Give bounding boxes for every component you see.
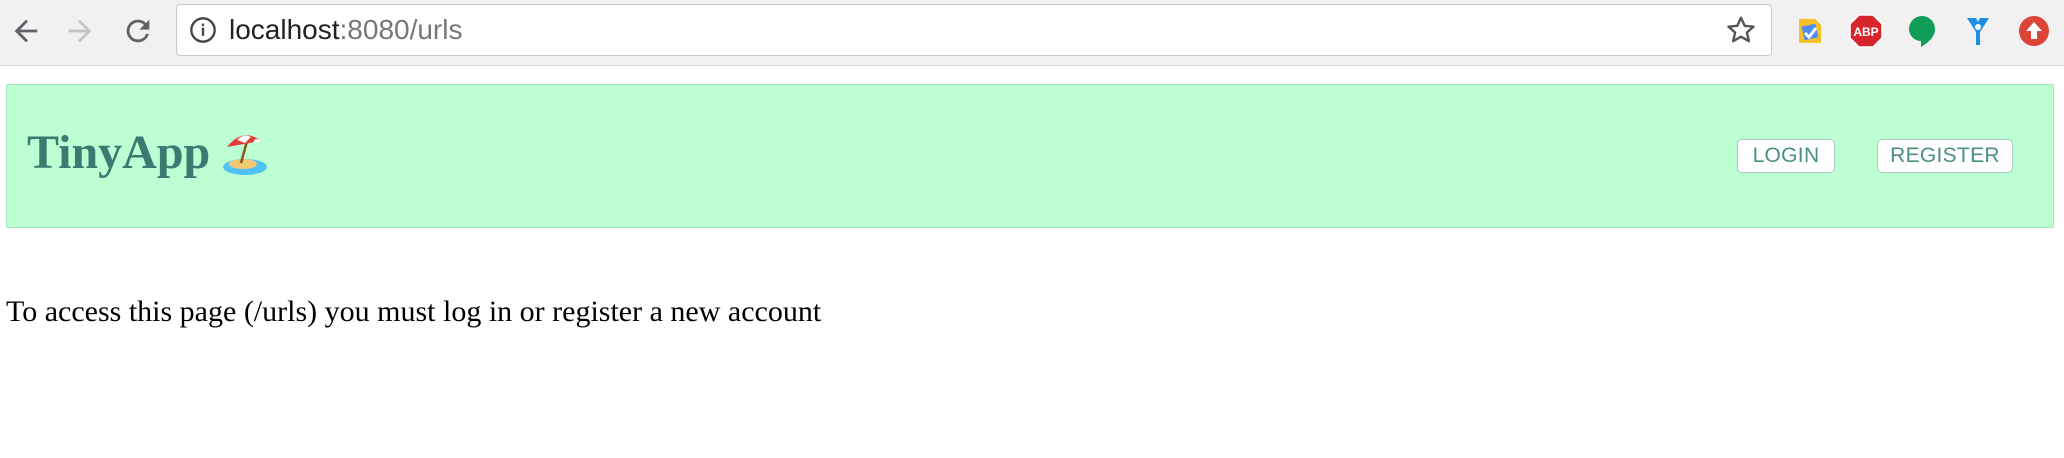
info-icon[interactable]	[189, 16, 217, 44]
hangouts-icon	[1909, 16, 1935, 47]
url-text[interactable]: localhost:8080/urls	[229, 13, 462, 47]
upload-icon	[2019, 16, 2049, 46]
register-button[interactable]: REGISTER	[1877, 139, 2013, 173]
url-host: localhost	[229, 14, 340, 45]
brand-logo[interactable]: TinyApp	[27, 125, 210, 181]
adblock-plus-extension[interactable]: ABP	[1848, 13, 1884, 49]
adblock-plus-icon: ABP	[1849, 14, 1883, 48]
google-keep-icon	[1799, 19, 1821, 43]
hangouts-extension[interactable]	[1904, 13, 1940, 49]
svg-text:ABP: ABP	[1853, 25, 1878, 39]
vimeo-extension[interactable]	[1960, 13, 1996, 49]
browser-toolbar: localhost:8080/urls ABP	[0, 0, 2064, 66]
url-path: :8080/urls	[339, 14, 463, 45]
back-button[interactable]	[6, 11, 46, 51]
upload-extension[interactable]	[2016, 13, 2052, 49]
reload-button[interactable]	[118, 11, 158, 51]
vimeo-icon	[1967, 18, 1989, 45]
bookmark-star-icon[interactable]	[1725, 14, 1757, 46]
back-arrow-icon	[14, 19, 38, 43]
google-keep-extension[interactable]	[1792, 13, 1828, 49]
reload-icon	[126, 19, 150, 43]
login-button[interactable]: LOGIN	[1737, 139, 1835, 173]
access-message: To access this page (/urls) you must log…	[6, 295, 822, 328]
forward-arrow-icon	[68, 19, 92, 43]
address-bar[interactable]: localhost:8080/urls	[176, 4, 1772, 56]
site-header: TinyApp LOGIN REGISTER	[6, 84, 2054, 228]
forward-button[interactable]	[60, 11, 100, 51]
beach-umbrella-island-icon	[223, 135, 267, 175]
